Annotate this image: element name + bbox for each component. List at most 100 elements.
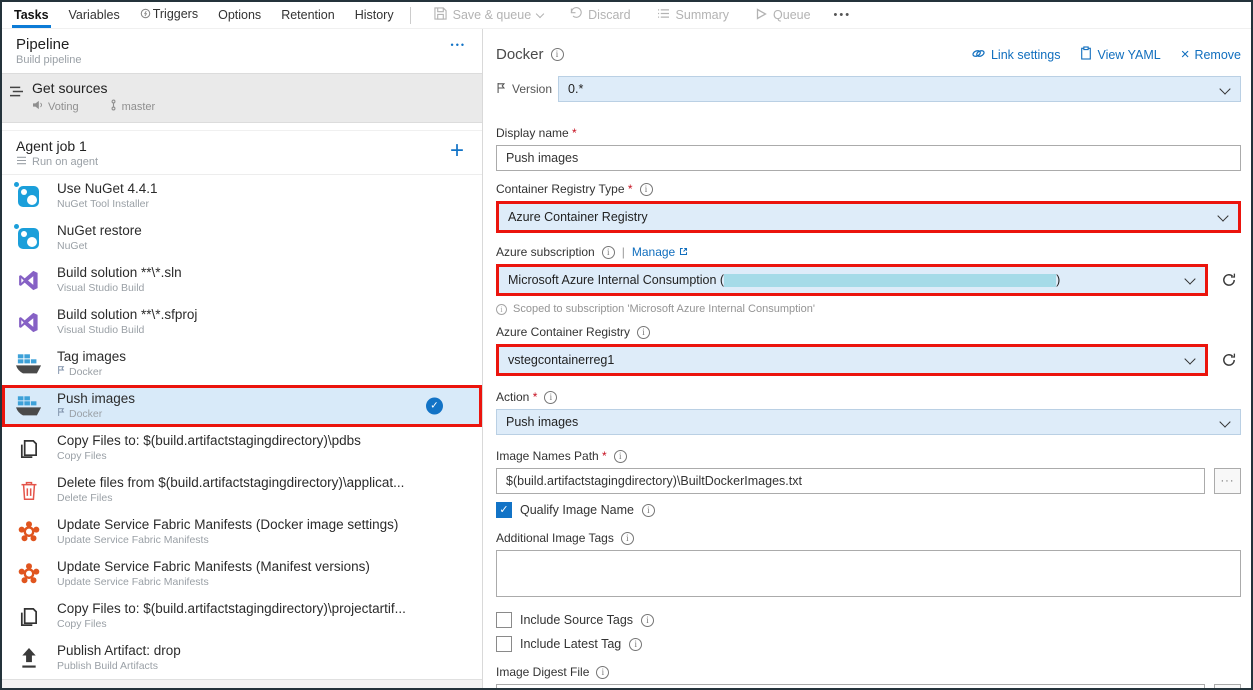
sidebar-footer: [2, 679, 482, 690]
additional-image-tags-input[interactable]: [496, 550, 1241, 597]
info-icon[interactable]: i: [621, 532, 634, 545]
version-dropdown[interactable]: 0.*: [558, 76, 1241, 102]
pipeline-sidebar: Pipeline Build pipeline ••• Get sources …: [2, 29, 483, 688]
task-row-delete-files[interactable]: Delete files from $(build.artifactstagin…: [2, 469, 482, 511]
service-fabric-icon: [15, 519, 42, 545]
nuget-icon: [15, 225, 42, 251]
agent-icon: [16, 156, 27, 168]
copy-files-icon: [15, 435, 42, 461]
qualify-image-name-checkbox[interactable]: ✓: [496, 502, 512, 518]
refresh-acr-button[interactable]: [1217, 348, 1241, 372]
flag-icon: [57, 365, 65, 378]
subscription-dropdown[interactable]: Microsoft Azure Internal Consumption (): [499, 267, 1205, 293]
version-label: Version: [512, 82, 552, 96]
display-name-input[interactable]: [496, 145, 1241, 171]
task-row-nuget-restore[interactable]: NuGet restoreNuGet: [2, 217, 482, 259]
info-icon[interactable]: i: [629, 638, 642, 651]
registry-type-dropdown[interactable]: Azure Container Registry: [499, 204, 1238, 230]
task-row-build-sln[interactable]: Build solution **\*.slnVisual Studio Bui…: [2, 259, 482, 301]
task-row-use-nuget[interactable]: Use NuGet 4.4.1NuGet Tool Installer: [2, 175, 482, 217]
info-icon[interactable]: i: [641, 614, 654, 627]
close-icon: ×: [1181, 47, 1190, 62]
image-names-path-input[interactable]: [496, 468, 1205, 494]
task-config-panel: Docker i Link settings View YAML × Remov…: [483, 29, 1251, 688]
pipeline-header[interactable]: Pipeline Build pipeline •••: [2, 29, 482, 73]
agent-job-title: Agent job 1: [16, 138, 468, 154]
tab-history[interactable]: History: [345, 3, 404, 28]
get-sources-row[interactable]: Get sources Voting master: [2, 73, 482, 123]
repo-icon: [32, 100, 44, 113]
tab-tasks[interactable]: Tasks: [4, 3, 59, 28]
tab-triggers[interactable]: Triggers: [130, 2, 208, 28]
acr-dropdown[interactable]: vstegcontainerreg1: [499, 347, 1205, 373]
docker-icon: [15, 393, 42, 419]
task-row-update-sf-docker[interactable]: Update Service Fabric Manifests (Docker …: [2, 511, 482, 553]
discard-button[interactable]: Discard: [556, 7, 643, 23]
drag-handle[interactable]: [455, 397, 466, 416]
view-yaml-button[interactable]: View YAML: [1080, 46, 1160, 63]
image-digest-file-input[interactable]: [496, 684, 1205, 688]
service-fabric-icon: [15, 561, 42, 587]
save-and-queue-button[interactable]: Save & queue: [421, 7, 557, 23]
info-icon[interactable]: i: [551, 48, 564, 61]
queue-button[interactable]: Queue: [742, 8, 824, 23]
info-icon[interactable]: i: [637, 326, 650, 339]
task-row-update-sf-versions[interactable]: Update Service Fabric Manifests (Manifes…: [2, 553, 482, 595]
action-label: Action: [496, 390, 537, 404]
summary-button[interactable]: Summary: [644, 8, 742, 22]
get-sources-icon: [9, 85, 24, 103]
include-latest-tag-label: Include Latest Tag: [520, 637, 621, 651]
info-icon[interactable]: i: [596, 666, 609, 679]
add-task-button[interactable]: +: [450, 139, 464, 163]
task-row-publish-artifact[interactable]: Publish Artifact: dropPublish Build Arti…: [2, 637, 482, 679]
subscription-label: Azure subscription: [496, 245, 595, 259]
tab-options[interactable]: Options: [208, 3, 271, 28]
task-list: Use NuGet 4.4.1NuGet Tool Installer NuGe…: [2, 175, 482, 679]
image-digest-file-label: Image Digest File: [496, 665, 589, 679]
remove-task-button[interactable]: × Remove: [1181, 47, 1241, 62]
task-row-tag-images[interactable]: Tag imagesDocker: [2, 343, 482, 385]
get-sources-title: Get sources: [32, 80, 468, 96]
task-row-push-images[interactable]: Push imagesDocker ✓: [2, 385, 482, 427]
pipeline-more-button[interactable]: •••: [451, 40, 466, 50]
action-dropdown[interactable]: Push images: [496, 409, 1241, 435]
toolbar-more-button[interactable]: •••: [824, 9, 862, 21]
display-name-label: Display name: [496, 126, 577, 140]
tab-variables[interactable]: Variables: [59, 3, 130, 28]
visual-studio-icon: [15, 309, 42, 335]
info-icon[interactable]: i: [640, 183, 653, 196]
include-latest-tag-checkbox[interactable]: [496, 636, 512, 652]
agent-job-row[interactable]: Agent job 1 Run on agent +: [2, 130, 482, 175]
annotation-highlight-box: Microsoft Azure Internal Consumption (): [496, 264, 1208, 296]
browse-file-button[interactable]: ···: [1214, 684, 1241, 688]
task-row-copy-pdbs[interactable]: Copy Files to: $(build.artifactstagingdi…: [2, 427, 482, 469]
include-source-tags-checkbox[interactable]: [496, 612, 512, 628]
browse-file-button[interactable]: ···: [1214, 468, 1241, 494]
docker-icon: [15, 351, 42, 377]
acr-label: Azure Container Registry: [496, 325, 630, 339]
pipeline-title: Pipeline: [16, 36, 468, 53]
list-icon: [657, 8, 670, 22]
info-icon[interactable]: i: [642, 504, 655, 517]
annotation-highlight-box: vstegcontainerreg1: [496, 344, 1208, 376]
additional-image-tags-label: Additional Image Tags: [496, 531, 614, 545]
image-names-path-label: Image Names Path: [496, 449, 607, 463]
external-link-icon: [679, 245, 688, 259]
link-settings-button[interactable]: Link settings: [971, 47, 1060, 63]
agent-job-subtitle: Run on agent: [16, 156, 468, 168]
info-icon[interactable]: i: [614, 450, 627, 463]
pipeline-subtitle: Build pipeline: [16, 54, 468, 66]
selected-check-icon: ✓: [426, 398, 443, 415]
task-row-copy-projectartifacts[interactable]: Copy Files to: $(build.artifactstagingdi…: [2, 595, 482, 637]
info-icon[interactable]: i: [544, 391, 557, 404]
flag-icon: [57, 407, 65, 420]
tab-retention[interactable]: Retention: [271, 3, 345, 28]
publish-artifact-icon: [15, 645, 42, 671]
info-icon[interactable]: i: [602, 246, 615, 259]
task-row-build-sfproj[interactable]: Build solution **\*.sfprojVisual Studio …: [2, 301, 482, 343]
undo-icon: [569, 7, 582, 23]
refresh-subscription-button[interactable]: [1217, 268, 1241, 292]
manage-link[interactable]: Manage: [632, 245, 688, 259]
branch-icon: [109, 99, 118, 114]
play-icon: [755, 8, 767, 23]
